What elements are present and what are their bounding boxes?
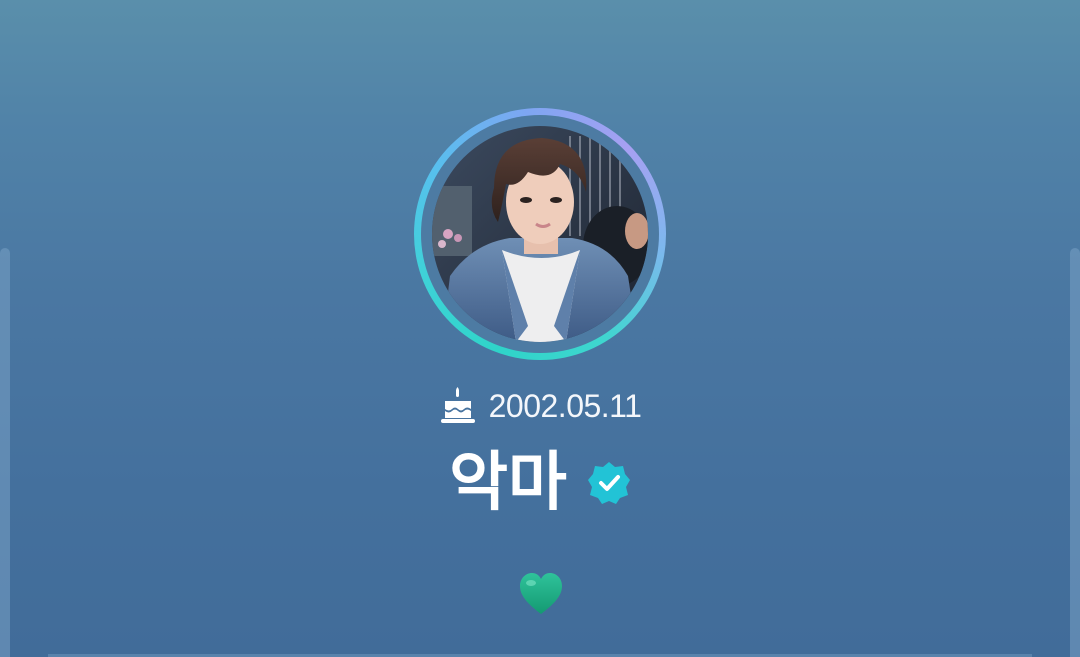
- birthday-date: 2002.05.11: [488, 388, 642, 424]
- avatar-ring[interactable]: [414, 108, 666, 360]
- profile-screen: 2002.05.11 악마: [0, 0, 1080, 657]
- verified-badge-icon: [587, 462, 630, 504]
- profile-name: 악마: [449, 446, 567, 520]
- avatar-frame: [421, 115, 659, 353]
- birthday-row: 2002.05.11: [0, 386, 1080, 426]
- birthday-cake-icon: [440, 387, 475, 423]
- name-row: 악마: [0, 438, 1080, 528]
- green-heart-icon[interactable]: [518, 572, 564, 616]
- avatar[interactable]: [432, 126, 648, 342]
